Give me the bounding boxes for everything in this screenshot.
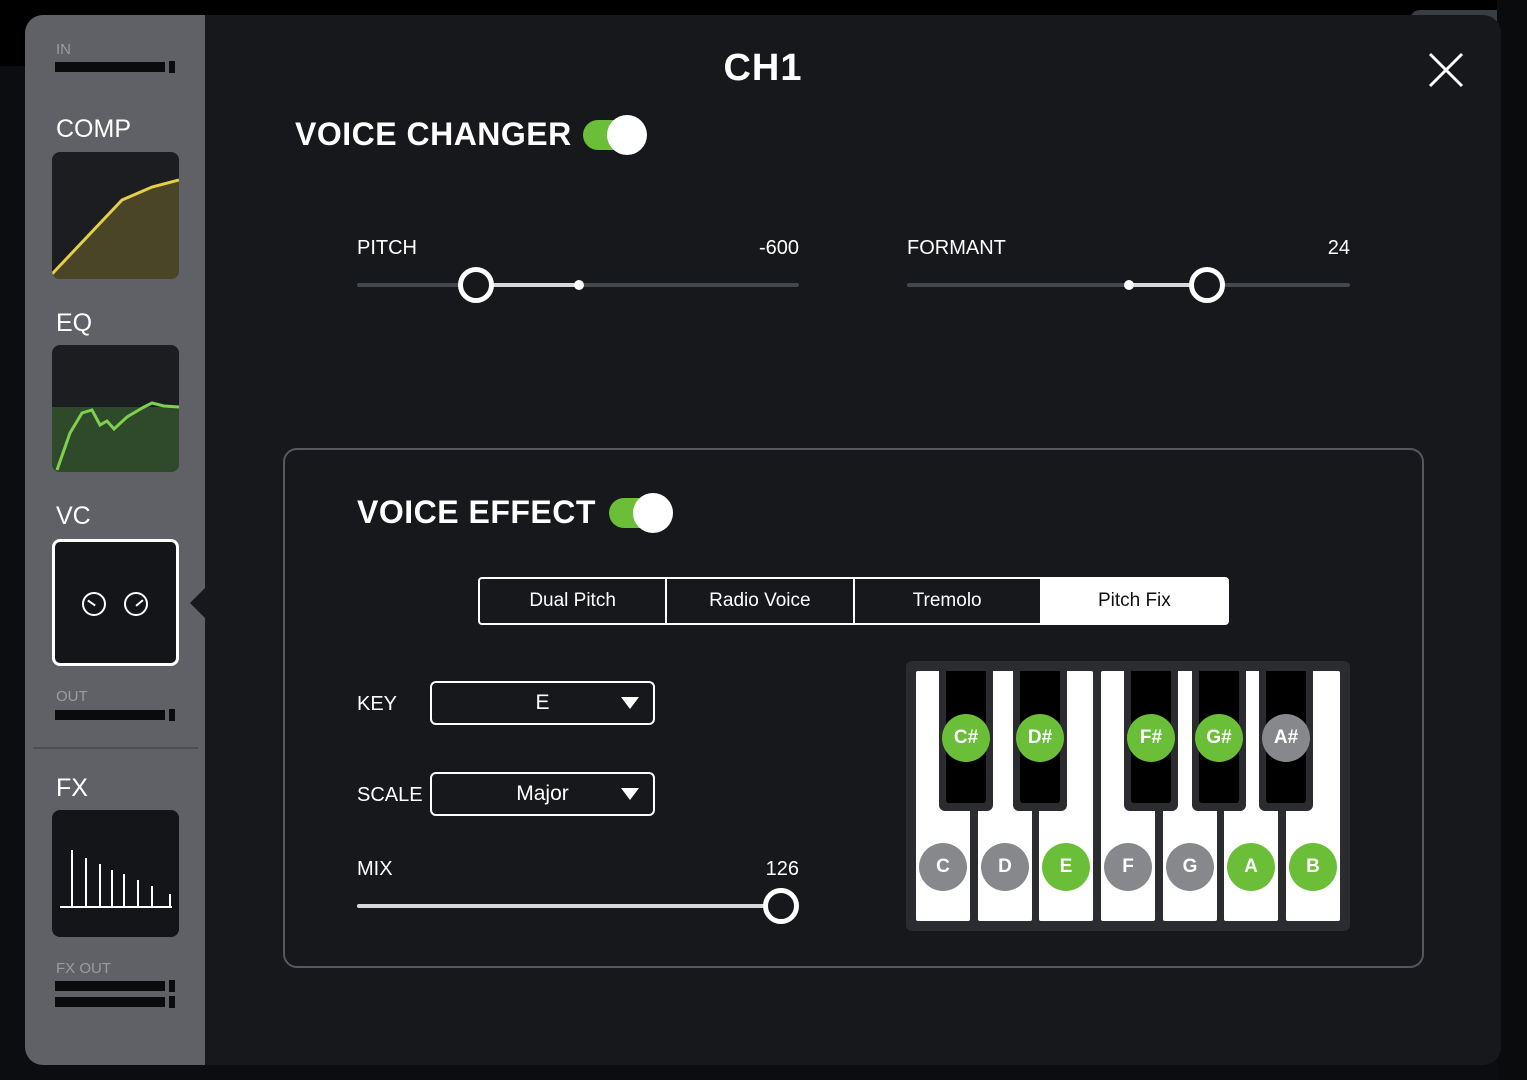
tab-pitch-fix[interactable]: Pitch Fix [1041, 579, 1227, 623]
tab-tremolo[interactable]: Tremolo [855, 579, 1042, 623]
pitch-label: PITCH [357, 237, 417, 259]
chevron-down-icon [621, 788, 639, 800]
signal-chain-sidebar: IN COMP EQ VC OUT FX FX OUT [25, 15, 205, 1065]
key-select-value: E [535, 691, 550, 714]
piano-key-d-sharp-frame: D# [1013, 671, 1067, 811]
note-b: B [1289, 843, 1337, 891]
pitch-slider-thumb[interactable] [458, 267, 494, 303]
note-c: C [919, 843, 967, 891]
mix-slider-fill [357, 904, 781, 908]
formant-label: FORMANT [907, 237, 1006, 259]
fx-module-button[interactable] [52, 810, 179, 937]
comp-module-button[interactable] [52, 152, 179, 279]
comp-curve-icon [52, 178, 179, 279]
knob-icon [124, 592, 148, 616]
key-select[interactable]: E [430, 681, 655, 725]
pitch-value: -600 [758, 237, 799, 259]
close-button[interactable] [1427, 51, 1465, 89]
effect-type-tabs: Dual Pitch Radio Voice Tremolo Pitch Fix [478, 577, 1229, 625]
pitch-slider-center-mark [574, 280, 584, 290]
tab-dual-pitch[interactable]: Dual Pitch [480, 579, 668, 623]
eq-curve-icon [52, 401, 179, 472]
background-edge [1497, 0, 1527, 1080]
formant-slider-center-mark [1124, 280, 1134, 290]
out-meter [55, 710, 165, 720]
note-d-sharp: D# [1016, 714, 1064, 762]
piano-key-a-sharp[interactable]: A# [1262, 671, 1310, 803]
eq-label: EQ [56, 309, 93, 337]
eq-module-button[interactable] [52, 345, 179, 472]
mix-slider-thumb[interactable] [763, 888, 799, 924]
voice-changer-title: VOICE CHANGER [295, 116, 572, 152]
note-c-sharp: C# [942, 714, 990, 762]
channel-dialog: IN COMP EQ VC OUT FX FX OUT CH1 VOICE CH… [25, 15, 1501, 1065]
fx-out-meter-left-peak [169, 980, 175, 992]
fx-decay-icon [60, 850, 172, 908]
note-g: G [1166, 843, 1214, 891]
voice-effect-toggle[interactable] [609, 493, 673, 533]
comp-label: COMP [56, 115, 131, 143]
piano-key-f-sharp[interactable]: F# [1127, 671, 1175, 803]
scale-select-value: Major [516, 782, 569, 805]
out-meter-peak [169, 709, 175, 721]
note-d: D [981, 843, 1029, 891]
vc-label: VC [56, 502, 91, 530]
piano-key-c-sharp[interactable]: C# [942, 671, 990, 803]
fx-out-meter-right-peak [169, 996, 175, 1008]
fx-out-meter-left [55, 981, 165, 991]
voice-effect-title: VOICE EFFECT [357, 494, 596, 530]
note-f: F [1104, 843, 1152, 891]
sidebar-divider [33, 747, 198, 749]
piano-key-c-sharp-frame: C# [939, 671, 993, 811]
formant-slider-thumb[interactable] [1189, 267, 1225, 303]
note-e: E [1042, 843, 1090, 891]
mix-label: MIX [357, 858, 393, 880]
piano-key-g-sharp[interactable]: G# [1195, 671, 1243, 803]
out-meter-label: OUT [56, 688, 88, 705]
note-f-sharp: F# [1127, 714, 1175, 762]
page-title: CH1 [723, 47, 803, 89]
note-a-sharp: A# [1262, 714, 1310, 762]
note-g-sharp: G# [1195, 714, 1243, 762]
piano-key-a-sharp-frame: A# [1259, 671, 1313, 811]
tab-radio-voice[interactable]: Radio Voice [667, 579, 855, 623]
piano-key-g-sharp-frame: G# [1192, 671, 1246, 811]
vc-module-button[interactable] [52, 539, 179, 666]
note-a: A [1227, 843, 1275, 891]
fx-out-meter-right [55, 997, 165, 1007]
piano-key-d-sharp[interactable]: D# [1016, 671, 1064, 803]
key-label: KEY [357, 693, 398, 715]
knob-icon [82, 592, 106, 616]
scale-select[interactable]: Major [430, 772, 655, 816]
close-icon [1428, 52, 1464, 88]
voice-changer-toggle[interactable] [583, 115, 647, 155]
fx-label: FX [56, 774, 88, 802]
scale-label: SCALE [357, 784, 423, 806]
selected-module-pointer [190, 588, 205, 618]
chevron-down-icon [621, 697, 639, 709]
fx-out-meter-label: FX OUT [56, 960, 111, 977]
scale-keyboard: C D E F G A B C# D# F# G# A# [906, 661, 1350, 931]
piano-key-f-sharp-frame: F# [1124, 671, 1178, 811]
formant-value: 24 [1327, 237, 1350, 259]
mix-value: 126 [765, 858, 799, 880]
